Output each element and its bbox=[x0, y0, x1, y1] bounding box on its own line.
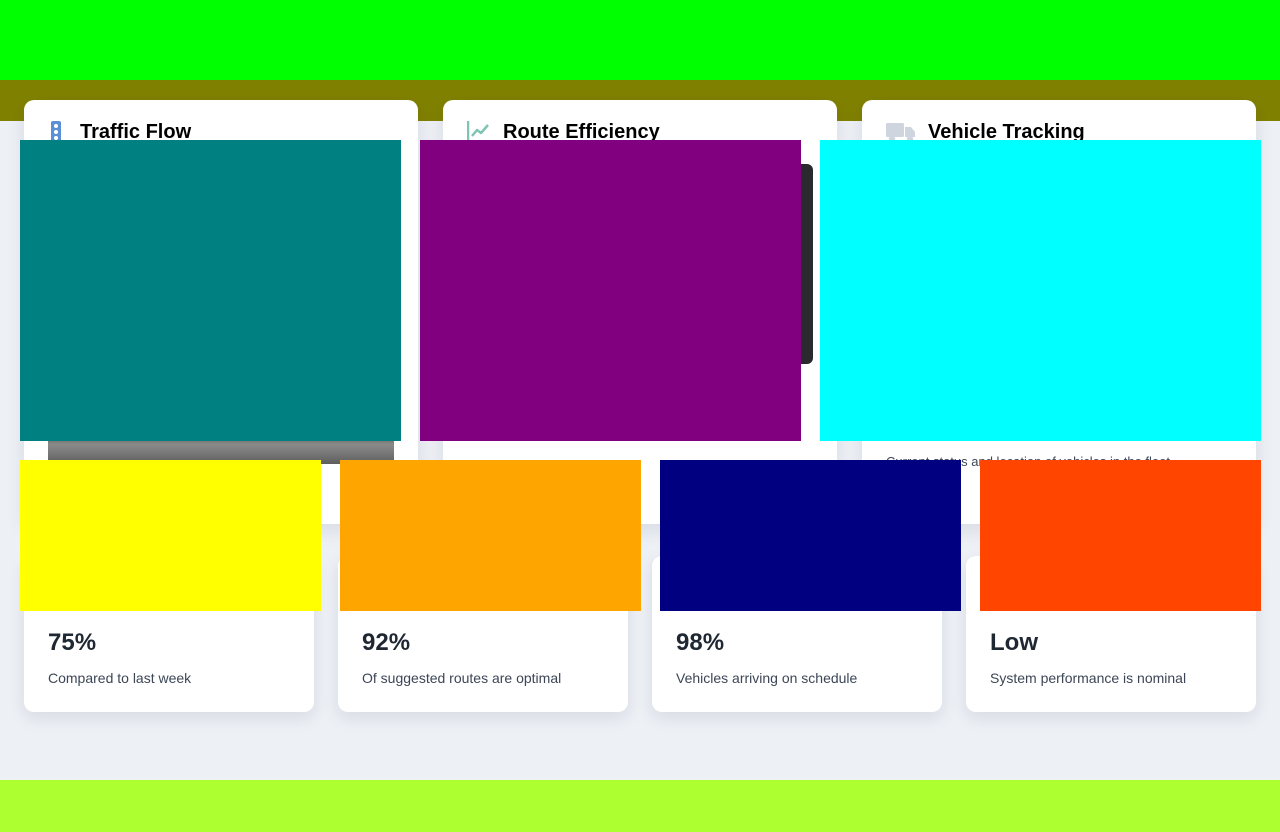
stat-caption: Of suggested routes are optimal bbox=[362, 670, 562, 686]
stat-caption: System performance is nominal bbox=[990, 670, 1187, 686]
overlay-block-purple bbox=[420, 140, 801, 441]
overlay-block-navy bbox=[660, 460, 961, 611]
overlay-block-red bbox=[980, 460, 1261, 611]
stat-caption: Vehicles arriving on schedule bbox=[676, 670, 858, 686]
bottom-banner bbox=[0, 780, 1280, 832]
stat-value: Low bbox=[990, 629, 1038, 656]
top-banner bbox=[0, 0, 1280, 80]
overlay-block-cyan bbox=[820, 140, 1261, 441]
overlay-block-orange bbox=[340, 460, 641, 611]
stat-value: 75% bbox=[48, 629, 97, 656]
stat-value: 92% bbox=[362, 629, 411, 656]
overlay-block-yellow bbox=[20, 460, 321, 611]
stat-value: 98% bbox=[676, 629, 725, 656]
overlay-block-teal bbox=[20, 140, 401, 441]
stat-caption: Compared to last week bbox=[48, 670, 192, 686]
